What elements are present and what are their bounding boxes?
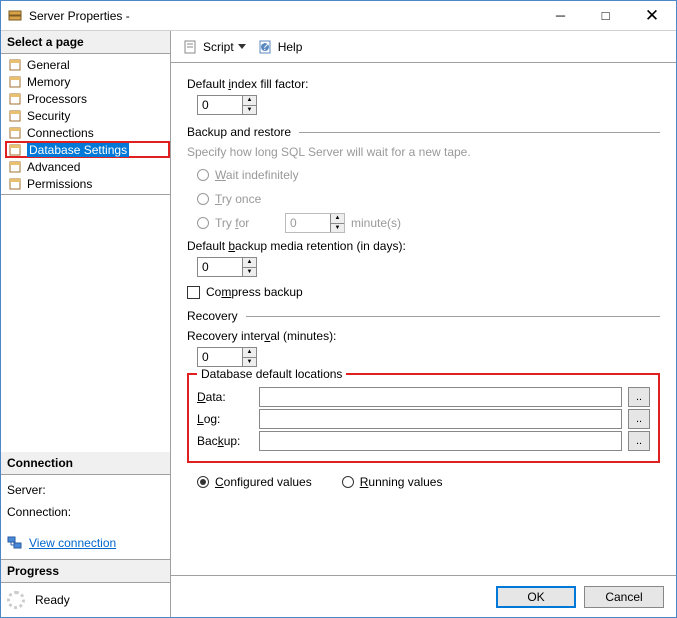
progress-spinner-icon xyxy=(7,591,25,609)
network-icon xyxy=(7,535,23,551)
sidebar-item-security[interactable]: Security xyxy=(5,107,170,124)
locations-header: Database default locations xyxy=(197,367,346,381)
ok-button[interactable]: OK xyxy=(496,586,576,608)
fill-factor-stepper[interactable]: ▲▼ xyxy=(197,95,257,115)
script-icon xyxy=(183,39,199,55)
sidebar: Select a page General Memory Processors … xyxy=(1,31,171,617)
try-once-radio xyxy=(197,193,209,205)
configured-values-radio[interactable] xyxy=(197,476,209,488)
running-values-label: Running values xyxy=(360,475,443,489)
toolbar: Script ? Help xyxy=(171,31,676,63)
select-page-header: Select a page xyxy=(1,31,170,54)
maximize-button[interactable]: □ xyxy=(583,1,628,30)
minimize-button[interactable]: ─ xyxy=(538,1,583,30)
help-button[interactable]: ? Help xyxy=(254,37,307,57)
try-for-radio xyxy=(197,217,209,229)
backup-path-input[interactable] xyxy=(259,431,622,451)
connection-label: Connection: xyxy=(7,501,164,523)
try-for-stepper: ▲▼ xyxy=(285,213,345,233)
spin-down-icon[interactable]: ▼ xyxy=(243,106,256,115)
sidebar-item-permissions[interactable]: Permissions xyxy=(5,175,170,192)
svg-text:?: ? xyxy=(261,39,268,53)
sidebar-item-advanced[interactable]: Advanced xyxy=(5,158,170,175)
log-path-input[interactable] xyxy=(259,409,622,429)
sidebar-item-connections[interactable]: Connections xyxy=(5,124,170,141)
backup-browse-button[interactable]: .. xyxy=(628,431,650,451)
main-panel: Script ? Help Default index fill factor:… xyxy=(171,31,676,617)
app-icon xyxy=(7,8,23,24)
recovery-interval-label: Recovery interval (minutes): xyxy=(187,329,660,343)
retention-stepper[interactable]: ▲▼ xyxy=(197,257,257,277)
spin-up-icon[interactable]: ▲ xyxy=(243,96,256,106)
help-icon: ? xyxy=(258,39,274,55)
try-once-label: Try once xyxy=(215,192,261,206)
retention-label: Default backup media retention (in days)… xyxy=(187,239,660,253)
page-list: General Memory Processors Security Conne… xyxy=(1,54,170,194)
recovery-header: Recovery xyxy=(187,309,238,323)
backup-restore-header: Backup and restore xyxy=(187,125,291,139)
try-for-label: Try for xyxy=(215,216,279,230)
log-browse-button[interactable]: .. xyxy=(628,409,650,429)
progress-status: Ready xyxy=(35,593,70,607)
compress-backup-label: Compress backup xyxy=(206,285,303,299)
chevron-down-icon xyxy=(238,44,246,49)
dialog-footer: OK Cancel xyxy=(171,575,676,617)
connection-header: Connection xyxy=(1,452,170,475)
database-default-locations-group: Database default locations Data:.. Log:.… xyxy=(187,373,660,463)
fill-factor-label: Default index fill factor: xyxy=(187,77,660,91)
compress-backup-checkbox[interactable] xyxy=(187,286,200,299)
configured-values-label: Configured values xyxy=(215,475,312,489)
data-browse-button[interactable]: .. xyxy=(628,387,650,407)
sidebar-item-memory[interactable]: Memory xyxy=(5,73,170,90)
close-button[interactable]: ✕ xyxy=(628,1,676,30)
log-label: Log: xyxy=(197,412,253,426)
progress-header: Progress xyxy=(1,560,170,583)
sidebar-item-database-settings[interactable]: Database Settings xyxy=(5,141,170,158)
backup-path-label: Backup: xyxy=(197,434,253,448)
window-title: Server Properties - xyxy=(29,9,538,23)
data-path-input[interactable] xyxy=(259,387,622,407)
wait-indefinitely-label: Wait indefinitely xyxy=(215,168,299,182)
script-button[interactable]: Script xyxy=(179,37,250,57)
cancel-button[interactable]: Cancel xyxy=(584,586,664,608)
try-for-unit: minute(s) xyxy=(351,216,401,230)
view-connection-link[interactable]: View connection xyxy=(29,536,116,550)
recovery-interval-stepper[interactable]: ▲▼ xyxy=(197,347,257,367)
running-values-radio[interactable] xyxy=(342,476,354,488)
wait-indefinitely-radio xyxy=(197,169,209,181)
backup-hint: Specify how long SQL Server will wait fo… xyxy=(187,145,660,159)
sidebar-item-processors[interactable]: Processors xyxy=(5,90,170,107)
title-bar: Server Properties - ─ □ ✕ xyxy=(1,1,676,31)
data-label: Data: xyxy=(197,390,253,404)
sidebar-item-general[interactable]: General xyxy=(5,56,170,73)
server-label: Server: xyxy=(7,479,164,501)
server-properties-window: Server Properties - ─ □ ✕ Select a page … xyxy=(0,0,677,618)
